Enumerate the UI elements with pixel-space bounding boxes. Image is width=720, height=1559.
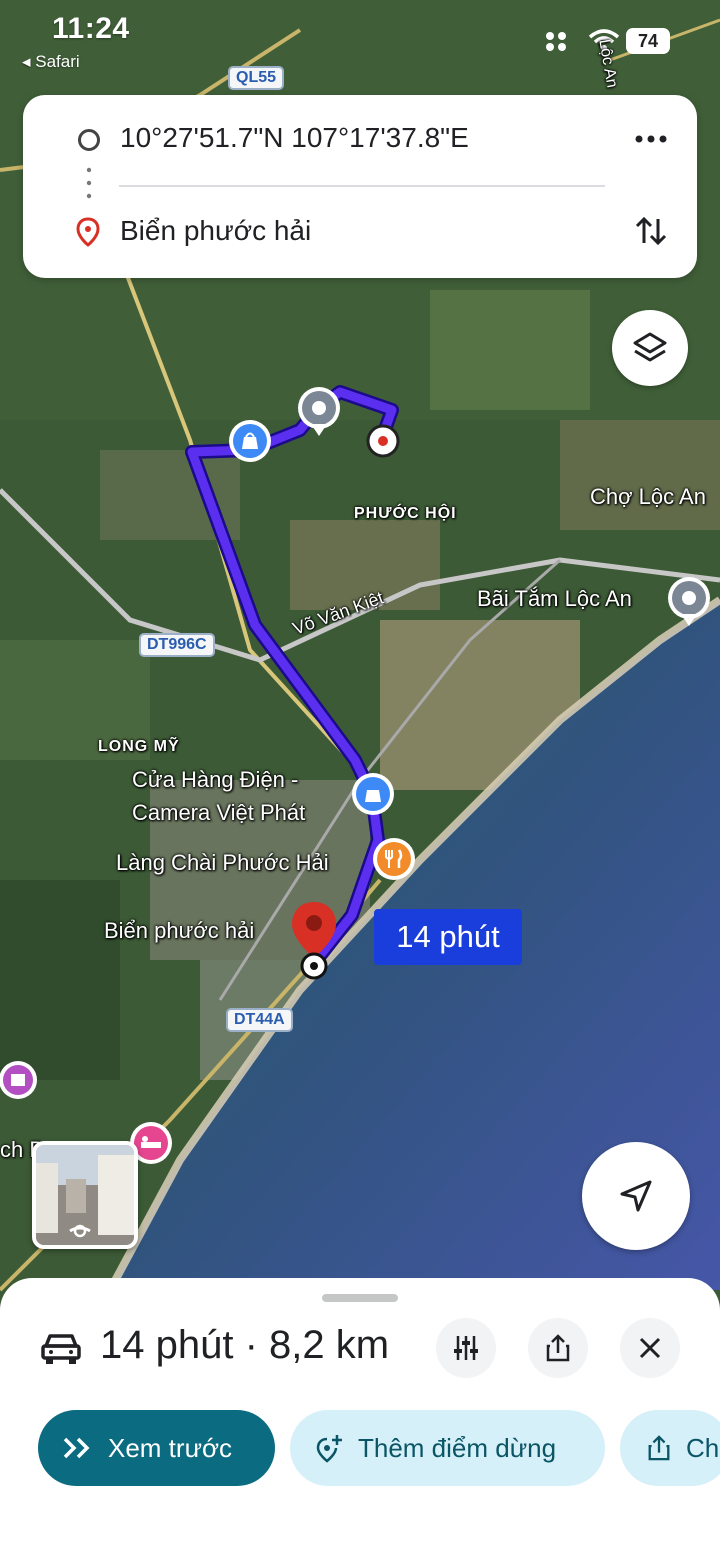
route-connector-dots [86, 167, 92, 199]
add-stop-button[interactable]: Thêm điểm dừng [290, 1410, 605, 1486]
map-label-cua-hang-dien-line1[interactable]: Cửa Hàng Điện - [132, 767, 298, 793]
route-divider [119, 185, 605, 187]
status-time: 11:24 [52, 12, 130, 45]
beach-marker-icon[interactable] [666, 576, 712, 630]
map-label-cua-hang-dien-line2[interactable]: Camera Việt Phát [132, 800, 305, 826]
more-horizontal-icon [635, 135, 667, 143]
route-options-button[interactable] [436, 1318, 496, 1378]
sheet-drag-handle[interactable] [322, 1294, 398, 1302]
close-button[interactable] [620, 1318, 680, 1378]
origin-field[interactable]: 10°27'51.7"N 107°17'37.8"E [120, 122, 469, 154]
swap-vertical-icon[interactable] [629, 209, 673, 253]
destination-pin-icon[interactable] [288, 900, 340, 984]
origin-point-icon[interactable] [366, 424, 400, 458]
share-button[interactable] [528, 1318, 588, 1378]
map-layers-button[interactable] [612, 310, 688, 386]
route-card: 10°27'51.7"N 107°17'37.8"E Biển phước hả… [23, 95, 697, 278]
share-icon [648, 1435, 670, 1461]
shopping-marker-icon[interactable] [226, 418, 274, 472]
road-shield-dt996c: DT996C [139, 633, 215, 657]
sliders-icon [454, 1336, 478, 1360]
street-view-thumbnail[interactable] [32, 1141, 138, 1249]
destination-field[interactable]: Biển phước hải [120, 215, 311, 247]
directions-bottom-sheet: 14 phút · 8,2 km Xem trước Thêm điểm dừn… [0, 1278, 720, 1559]
store-marker-icon[interactable] [350, 772, 396, 824]
route-duration-tag[interactable]: 14 phút [374, 909, 522, 965]
share-trip-button-label: Ch [686, 1432, 720, 1463]
map-label-long-my: LONG MỸ [98, 738, 180, 755]
destination-pin-small-icon [76, 217, 100, 247]
preview-button[interactable]: Xem trước [38, 1410, 275, 1486]
street-view-image [36, 1145, 134, 1245]
double-chevron-right-icon [63, 1437, 90, 1459]
map-label-bien-phuoc-hai[interactable]: Biển phước hải [104, 918, 254, 944]
add-stop-button-label: Thêm điểm dừng [358, 1432, 557, 1463]
share-trip-button[interactable]: Ch [620, 1410, 720, 1486]
lodging-marker-icon[interactable] [0, 1058, 40, 1106]
restaurant-marker-icon[interactable] [370, 836, 418, 890]
car-icon [41, 1334, 81, 1364]
map-label-lang-chai[interactable]: Làng Chài Phước Hải [116, 850, 329, 876]
place-marker-icon[interactable] [296, 386, 342, 440]
road-shield-dt44a: DT44A [226, 1008, 293, 1032]
map-label-cho-loc-an[interactable]: Chợ Lộc An [590, 484, 706, 510]
my-location-button[interactable] [582, 1142, 690, 1250]
add-location-icon [316, 1435, 342, 1463]
close-icon [639, 1337, 661, 1359]
preview-button-label: Xem trước [108, 1432, 233, 1463]
route-summary: 14 phút · 8,2 km [100, 1323, 390, 1367]
battery-indicator: 74 [626, 28, 670, 54]
origin-circle-icon [78, 129, 100, 151]
signal-icon [546, 32, 566, 51]
navigation-arrow-icon [620, 1180, 652, 1212]
more-options-button[interactable] [629, 117, 673, 161]
map-label-bai-tam-loc-an[interactable]: Bãi Tắm Lộc An [477, 586, 632, 612]
back-to-safari-link[interactable]: ◂ Safari [22, 52, 80, 72]
layers-icon [633, 332, 667, 362]
road-shield-ql55: QL55 [228, 66, 285, 90]
share-icon [546, 1334, 570, 1362]
map-label-phuoc-hoi: PHƯỚC HỘI [354, 505, 457, 522]
